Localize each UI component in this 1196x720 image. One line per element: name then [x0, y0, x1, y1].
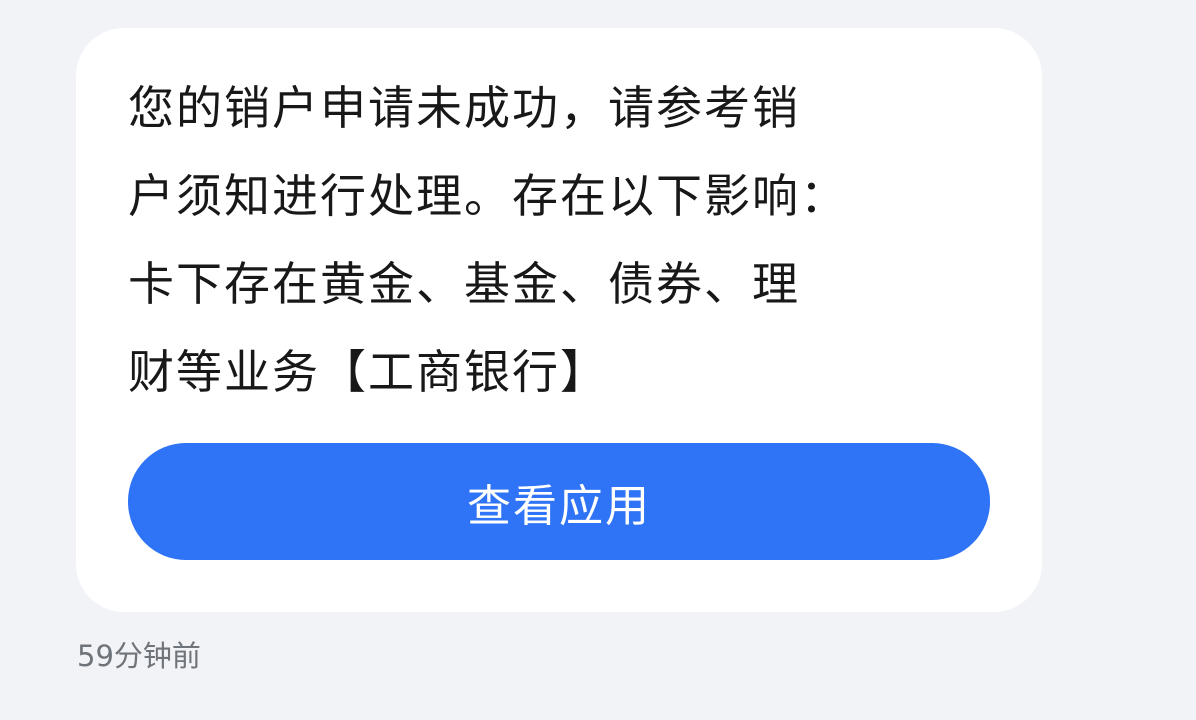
message-line: 卡下存在黄金、基金、债券、理 — [128, 257, 800, 311]
notification-card: 您的销户申请未成功，请参考销 户须知进行处理。存在以下影响： 卡下存在黄金、基金… — [76, 28, 1042, 612]
notification-message: 您的销户申请未成功，请参考销 户须知进行处理。存在以下影响： 卡下存在黄金、基金… — [128, 64, 1008, 416]
notification-timestamp: 59分钟前 — [77, 639, 201, 673]
view-app-button[interactable]: 查看应用 — [128, 443, 990, 560]
message-line: 您的销户申请未成功，请参考销 — [128, 81, 800, 135]
message-line: 财等业务【工商银行】 — [128, 345, 608, 399]
message-line: 户须知进行处理。存在以下影响： — [128, 169, 848, 223]
